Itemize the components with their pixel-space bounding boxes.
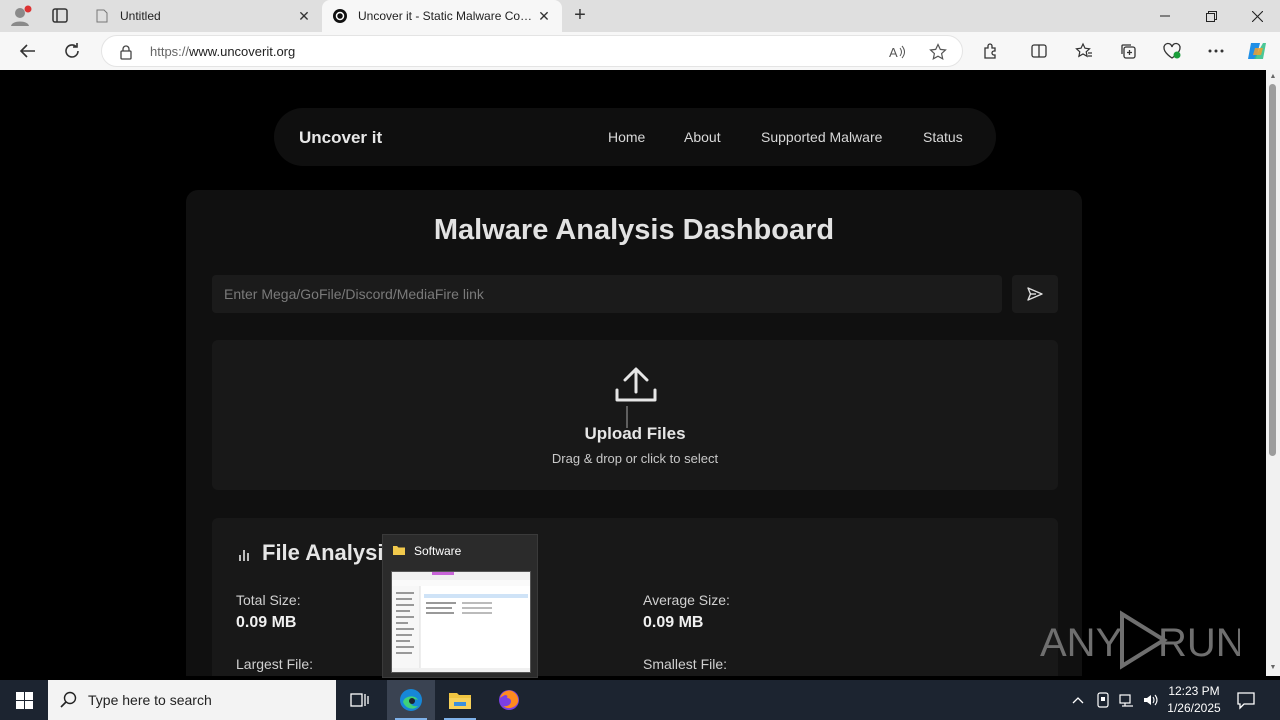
more-menu-icon[interactable] (1204, 39, 1228, 63)
svg-text:A: A (889, 45, 898, 60)
taskbar-edge[interactable] (387, 680, 435, 720)
taskbar-search[interactable]: Type here to search (48, 680, 336, 720)
file-explorer-icon (449, 693, 471, 709)
explorer-thumbnail-popup[interactable]: Software (382, 534, 538, 678)
scrollbar-thumb[interactable] (1269, 84, 1276, 456)
tab-untitled[interactable]: Untitled ✕ (84, 0, 322, 32)
nav-status[interactable]: Status (923, 129, 963, 145)
favorites-icon[interactable] (1072, 39, 1096, 63)
profile-icon[interactable] (8, 4, 34, 28)
page-title: Malware Analysis Dashboard (433, 214, 835, 246)
site-brand[interactable]: Uncover it (299, 128, 382, 148)
split-screen-icon[interactable] (1027, 39, 1051, 63)
network-icon[interactable] (1119, 692, 1135, 708)
refresh-icon[interactable] (60, 39, 84, 63)
nav-about[interactable]: About (684, 129, 721, 145)
page-viewport: Uncover it Home About Supported Malware … (4, 70, 1266, 676)
watermark-text-right: RUN (1158, 621, 1240, 665)
window-preview[interactable] (391, 571, 531, 673)
edge-icon (400, 689, 422, 711)
tab-actions-icon[interactable] (48, 6, 72, 26)
windows-logo-icon (15, 691, 33, 709)
folder-icon (392, 543, 406, 557)
page-icon (94, 8, 110, 24)
upload-icon (614, 366, 658, 432)
close-window-button[interactable] (1234, 0, 1280, 32)
extensions-icon[interactable] (979, 39, 1003, 63)
task-view-icon (350, 693, 369, 707)
site-navbar: Uncover it Home About Supported Malware … (274, 108, 996, 166)
search-icon (60, 691, 78, 709)
read-aloud-icon[interactable]: A (888, 42, 908, 62)
taskbar-firefox[interactable] (485, 680, 533, 720)
tab-title: Uncover it - Static Malware Config Extra… (358, 9, 536, 23)
volume-icon[interactable] (1143, 692, 1159, 708)
bar-chart-icon (238, 547, 252, 561)
smallest-file-label: Smallest File: (643, 656, 728, 672)
copilot-icon[interactable] (1245, 39, 1269, 63)
minimize-button[interactable] (1142, 0, 1188, 32)
taskbar-file-explorer[interactable] (436, 680, 484, 720)
page-scrollbar[interactable]: ▲ ▼ (1266, 70, 1280, 676)
tray-device-icon[interactable] (1095, 692, 1111, 708)
favorite-star-icon[interactable] (928, 42, 948, 62)
nav-home[interactable]: Home (608, 129, 645, 145)
file-analysis-title: File Analysis (262, 540, 396, 565)
restore-button[interactable] (1188, 0, 1234, 32)
system-clock[interactable]: 12:23 PM 1/26/2025 (1160, 683, 1228, 717)
close-tab-icon[interactable]: ✕ (296, 8, 312, 24)
browser-toolbar: https://www.uncoverit.org A (0, 32, 1280, 70)
nav-supported-malware[interactable]: Supported Malware (761, 129, 882, 145)
submit-link-button[interactable] (1012, 275, 1058, 313)
clock-date: 1/26/2025 (1167, 701, 1221, 715)
new-tab-button[interactable]: + (568, 4, 592, 28)
upload-dropzone[interactable]: Upload Files Drag & drop or click to sel… (212, 340, 1058, 490)
url-text[interactable]: https://www.uncoverit.org (150, 44, 295, 59)
thumbnail-title: Software (414, 544, 462, 558)
upload-subtitle: Drag & drop or click to select (551, 451, 719, 466)
total-size-value: 0.09 MB (236, 614, 297, 631)
windows-taskbar: Type here to search 12:23 PM 1/26/2025 (0, 680, 1280, 720)
tab-uncoverit[interactable]: Uncover it - Static Malware Config Extra… (322, 0, 562, 32)
upload-title: Upload Files (584, 424, 686, 443)
link-input[interactable] (212, 275, 1002, 313)
close-tab-icon[interactable]: ✕ (536, 8, 552, 24)
average-size-value: 0.09 MB (643, 614, 704, 631)
dashboard-card: Malware Analysis Dashboard Upload Files … (186, 190, 1082, 676)
site-favicon-icon (332, 8, 348, 24)
tab-bar: Untitled ✕ Uncover it - Static Malware C… (0, 0, 1280, 32)
tray-overflow-icon[interactable] (1070, 692, 1086, 708)
search-placeholder: Type here to search (88, 692, 212, 708)
lock-icon[interactable] (118, 44, 134, 60)
collections-icon[interactable] (1116, 39, 1140, 63)
clock-time: 12:23 PM (1168, 684, 1220, 698)
firefox-icon (499, 690, 519, 710)
start-button[interactable] (0, 680, 48, 720)
address-bar[interactable]: https://www.uncoverit.org A (101, 35, 963, 67)
notification-icon[interactable] (1236, 690, 1256, 710)
scroll-up-icon[interactable]: ▲ (1269, 73, 1277, 81)
average-size-label: Average Size: (643, 592, 730, 608)
tab-title: Untitled (120, 9, 161, 23)
total-size-label: Total Size: (236, 592, 301, 608)
anyrun-watermark: ANY RUN (1040, 610, 1245, 670)
back-icon[interactable] (16, 39, 40, 63)
task-view-button[interactable] (336, 680, 384, 720)
scroll-down-icon[interactable]: ▼ (1269, 664, 1277, 672)
largest-file-label: Largest File: (236, 656, 314, 672)
send-icon (1027, 287, 1043, 301)
browser-essentials-icon[interactable] (1160, 39, 1184, 63)
watermark-text-left: ANY (1040, 621, 1122, 665)
file-analysis-panel: File Analysis Total Size: 0.09 MB Averag… (212, 518, 1058, 676)
